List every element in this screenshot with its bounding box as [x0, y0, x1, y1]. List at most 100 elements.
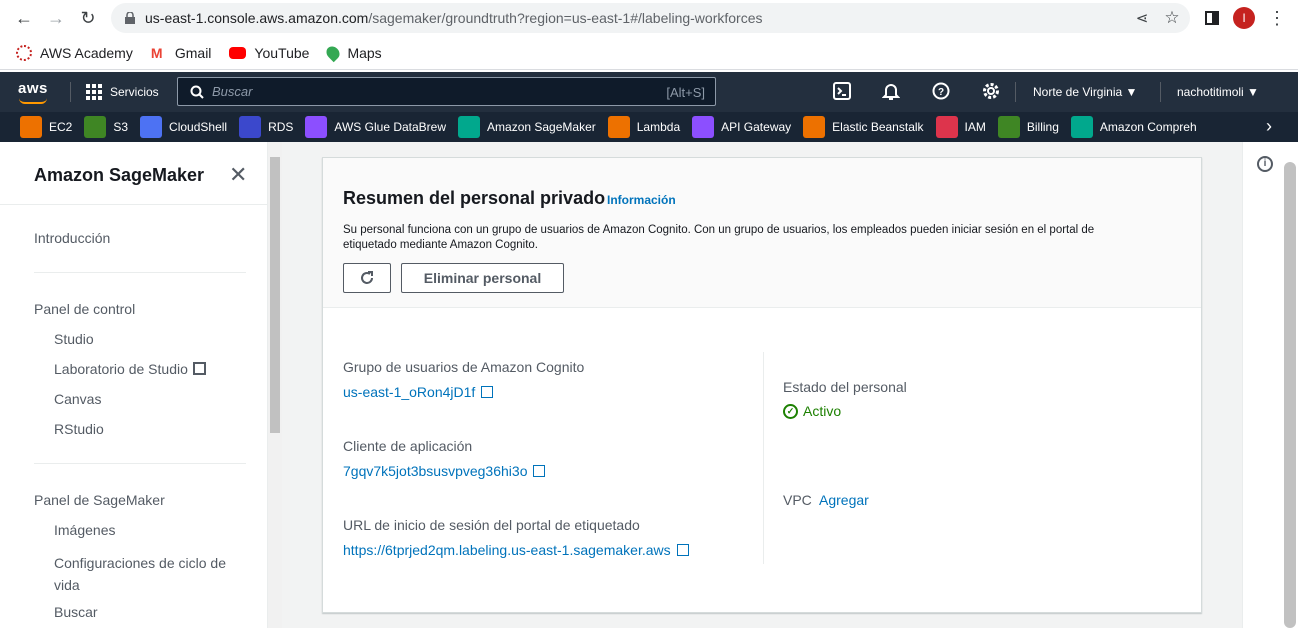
sidebar-item-rstudio[interactable]: RStudio	[54, 421, 104, 437]
sidebar-item-canvas[interactable]: Canvas	[54, 391, 101, 407]
forward-arrow-icon[interactable]: →	[44, 6, 68, 30]
browser-toolbar: ← → ↻ us-east-1.console.aws.amazon.com/s…	[0, 0, 1298, 36]
service-icon	[140, 116, 163, 138]
service-icon	[239, 116, 262, 138]
card-header: Resumen del personal privado Información…	[323, 158, 1201, 308]
reload-icon[interactable]: ↻	[76, 6, 100, 30]
sidebar-title: Amazon SageMaker	[34, 165, 205, 185]
app-client-label: Cliente de aplicación	[343, 438, 473, 454]
vpc-label: VPC	[783, 492, 812, 508]
lock-icon	[125, 12, 135, 24]
column-divider	[763, 352, 764, 564]
sidebar-item-panel-sagemaker[interactable]: Panel de SageMaker	[34, 492, 165, 508]
sidebar-item-studio-lab[interactable]: Laboratorio de Studio	[54, 361, 206, 377]
external-link-icon	[533, 465, 546, 477]
sidebar-item-intro[interactable]: Introducción	[34, 230, 110, 246]
info-icon[interactable]: i	[1257, 156, 1273, 172]
aws-logo-smile	[19, 98, 47, 104]
header-divider	[1015, 82, 1016, 102]
workforce-summary-card: Resumen del personal privado Información…	[322, 157, 1202, 613]
favorite-lambda[interactable]: Lambda	[607, 116, 680, 138]
sidebar-item-lifecycle[interactable]: Configuraciones de ciclo de vida	[54, 552, 226, 596]
sidepanel-icon[interactable]	[1200, 6, 1224, 30]
card-description: Su personal funciona con un grupo de usu…	[343, 224, 1095, 251]
bookmark-gmail[interactable]: M Gmail	[151, 45, 212, 61]
login-url-link[interactable]: https://6tprjed2qm.labeling.us-east-1.sa…	[343, 542, 689, 558]
sidebar-item-studio[interactable]: Studio	[54, 331, 94, 347]
service-icon	[935, 116, 958, 138]
sidebar-scrollbar-thumb[interactable]	[270, 157, 280, 433]
back-arrow-icon[interactable]: ←	[12, 6, 36, 30]
settings-gear-icon[interactable]	[981, 82, 1001, 102]
console-search-input[interactable]: Buscar [Alt+S]	[177, 77, 716, 106]
favorite-cloudshell[interactable]: CloudShell	[140, 116, 227, 138]
search-icon	[190, 85, 204, 99]
main-scrollbar-thumb[interactable]	[1284, 162, 1296, 628]
url-path: /sagemaker/groundtruth?region=us-east-1#…	[368, 10, 763, 26]
service-icon	[803, 116, 826, 138]
service-icon	[1070, 116, 1093, 138]
divider	[34, 463, 246, 464]
region-selector[interactable]: Norte de Virginia ▼	[1033, 85, 1137, 99]
svg-text:?: ?	[938, 87, 944, 98]
user-pool-link[interactable]: us-east-1_oRon4jD1f	[343, 384, 494, 400]
notifications-bell-icon[interactable]	[881, 82, 901, 102]
profile-avatar[interactable]: I	[1233, 7, 1255, 29]
url-host: us-east-1.console.aws.amazon.com	[145, 10, 369, 26]
bookmark-aws-academy[interactable]: AWS Academy	[16, 44, 133, 61]
status-badge: ✓ Activo	[783, 403, 841, 419]
main-content: Resumen del personal privado Información…	[282, 142, 1242, 628]
service-icon	[607, 116, 630, 138]
services-menu[interactable]: Servicios	[86, 84, 159, 100]
header-divider	[70, 82, 71, 102]
favorite-ec2[interactable]: EC2	[20, 116, 72, 138]
grid-menu-icon	[86, 84, 102, 100]
bookmark-maps[interactable]: Maps	[324, 43, 382, 62]
info-link[interactable]: Información	[607, 193, 676, 207]
sidebar-item-images[interactable]: Imágenes	[54, 522, 115, 538]
favorite-billing[interactable]: Billing	[997, 116, 1059, 138]
favorite-elastic-beanstalk[interactable]: Elastic Beanstalk	[803, 116, 924, 138]
sidebar-item-panel-control[interactable]: Panel de control	[34, 301, 135, 317]
sidebar-item-search[interactable]: Buscar	[54, 604, 98, 620]
account-menu[interactable]: nachotitimoli ▼	[1177, 85, 1259, 99]
gmail-icon: M	[150, 44, 163, 61]
favorite-amazon-sagemaker[interactable]: Amazon SageMaker	[458, 116, 596, 138]
service-favorites-bar: EC2 S3 CloudShell RDS AWS Glue DataBrew Amazo…	[0, 112, 1298, 142]
service-icon	[997, 116, 1020, 138]
close-icon[interactable]: ✕	[229, 162, 247, 188]
favorite-s3[interactable]: S3	[84, 116, 128, 138]
service-icon	[458, 116, 481, 138]
divider	[0, 204, 268, 205]
app-client-link[interactable]: 7gqv7k5jot3bsusvpveg36hi3o	[343, 463, 546, 479]
maps-pin-icon	[324, 43, 343, 62]
aws-console-header: aws Servicios Buscar [Alt+S] ? Norte de …	[0, 72, 1298, 112]
service-icon	[20, 116, 42, 138]
more-menu-icon[interactable]: ⋮	[1265, 6, 1289, 30]
external-link-icon	[676, 544, 689, 556]
address-bar[interactable]: us-east-1.console.aws.amazon.com/sagemak…	[111, 3, 1190, 33]
refresh-button[interactable]	[343, 263, 391, 293]
vpc-add-link[interactable]: Agregar	[819, 492, 869, 508]
external-link-icon	[192, 362, 206, 375]
favorite-api-gateway[interactable]: API Gateway	[692, 116, 791, 138]
search-shortcut: [Alt+S]	[666, 85, 705, 100]
favorite-iam[interactable]: IAM	[935, 116, 986, 138]
user-pool-label: Grupo de usuarios de Amazon Cognito	[343, 359, 585, 375]
help-icon[interactable]: ?	[931, 82, 951, 102]
share-icon[interactable]: ⋖	[1130, 6, 1154, 30]
search-placeholder: Buscar	[212, 84, 253, 99]
favorite-amazon-compreh[interactable]: Amazon Compreh	[1070, 116, 1197, 138]
youtube-icon	[229, 46, 247, 59]
delete-workforce-button[interactable]: Eliminar personal	[401, 263, 564, 293]
check-circle-icon: ✓	[783, 403, 798, 419]
bookmark-star-icon[interactable]: ☆	[1160, 6, 1184, 30]
favorite-rds[interactable]: RDS	[239, 116, 293, 138]
chevron-right-icon[interactable]: ›	[1256, 112, 1282, 142]
bookmark-youtube[interactable]: YouTube	[229, 45, 309, 61]
cloudshell-icon[interactable]	[832, 82, 852, 102]
aws-logo[interactable]: aws	[18, 80, 48, 97]
service-icon	[84, 116, 107, 138]
card-title: Resumen del personal privado	[343, 188, 606, 208]
favorite-aws-glue-databrew[interactable]: AWS Glue DataBrew	[305, 116, 446, 138]
